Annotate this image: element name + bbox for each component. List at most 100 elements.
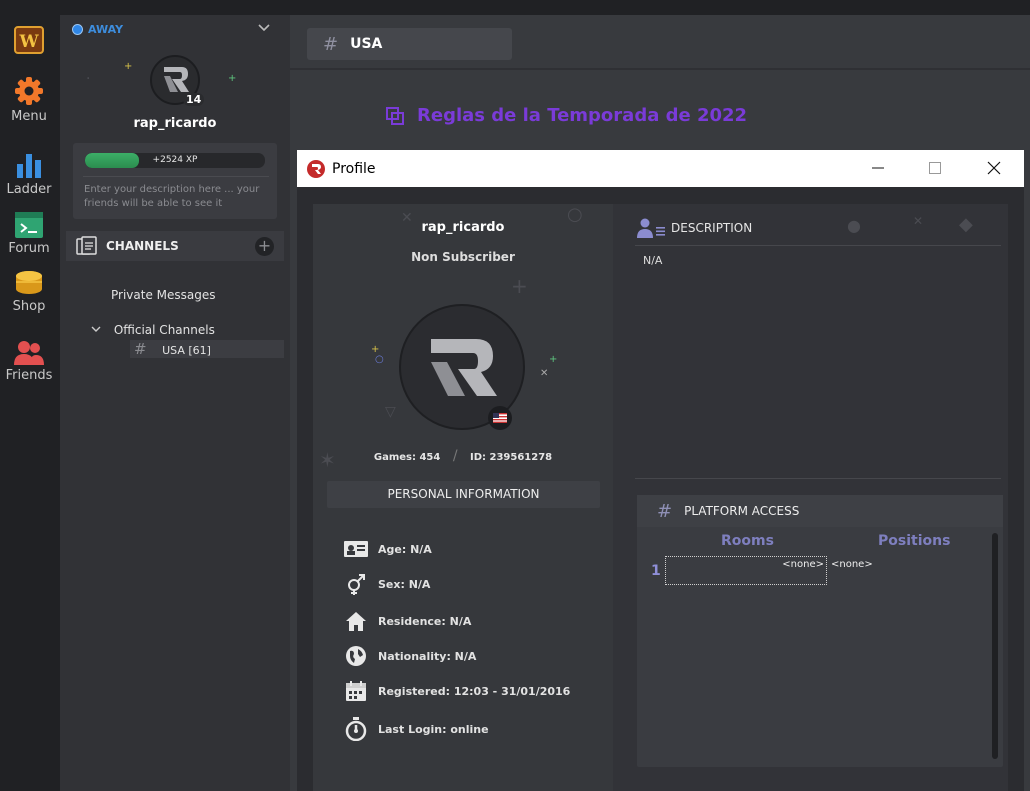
- decor-sparkle-icon: +: [124, 61, 133, 72]
- hash-icon: #: [134, 340, 147, 358]
- tab-usa-label: USA: [350, 36, 383, 52]
- description-header: DESCRIPTION: [637, 218, 752, 238]
- scrollbar[interactable]: [992, 533, 998, 759]
- calendar-icon: [343, 680, 369, 702]
- friends-icon: [14, 341, 44, 365]
- last-login-row: Last Login: online: [343, 717, 489, 741]
- id-card-icon: [343, 538, 369, 560]
- top-bar: [0, 0, 1030, 15]
- row-number: 1: [651, 563, 661, 579]
- nav-rail: W Menu Ladder Forum Shop Friends: [0, 15, 60, 791]
- rail-friends[interactable]: Friends: [0, 340, 58, 383]
- decor-x-icon: ✕: [540, 368, 549, 379]
- level-badge: 14: [183, 93, 205, 106]
- maximize-icon[interactable]: [926, 159, 944, 177]
- decor-circle-icon: ○: [567, 204, 583, 225]
- rail-forum[interactable]: Forum: [0, 211, 58, 256]
- profile-right-panel: ● ✕ ◆ DESCRIPTION N/A # PLATFORM ACCESS …: [613, 204, 1008, 791]
- rules-link[interactable]: Reglas de la Temporada de 2022: [385, 105, 747, 126]
- decor-star-icon: ✕: [401, 210, 413, 226]
- player-id: ID: 239561278: [470, 452, 553, 463]
- rail-shop[interactable]: Shop: [0, 269, 58, 314]
- rail-menu[interactable]: Menu: [0, 75, 58, 124]
- decor-cross-icon: ✕: [913, 214, 924, 228]
- rail-ladder-label: Ladder: [6, 182, 52, 197]
- rail-friends-label: Friends: [5, 368, 53, 383]
- decor-sparkle-icon: +: [549, 354, 558, 365]
- platform-access-header: # PLATFORM ACCESS: [637, 495, 1003, 527]
- divider: [635, 245, 1001, 246]
- profile-left-panel: rap_ricardo Non Subscriber ✕ ○ + + ○ + ✕…: [313, 204, 613, 791]
- position-cell[interactable]: <none>: [831, 559, 873, 570]
- game-logo-icon[interactable]: W: [0, 25, 58, 57]
- divider: [635, 478, 1001, 479]
- coins-icon: [16, 271, 42, 294]
- description-input[interactable]: Enter your description here ... your fri…: [84, 183, 274, 211]
- residence-row: Residence: N/A: [343, 610, 471, 632]
- app-logo-icon: [307, 159, 325, 178]
- copy-icon: [386, 106, 404, 125]
- nationality-row: Nationality: N/A: [343, 645, 476, 667]
- svg-text:W: W: [18, 32, 39, 52]
- official-channels-label: Official Channels: [113, 323, 215, 337]
- platform-access-panel: # PLATFORM ACCESS Rooms Positions 1 <non…: [637, 495, 1003, 767]
- decor-diamond-icon: ◆: [959, 214, 973, 235]
- age-value: Age: N/A: [378, 542, 432, 556]
- rail-shop-label: Shop: [12, 299, 46, 314]
- decor-ring-icon: ○: [375, 354, 384, 365]
- channels-header[interactable]: CHANNELS +: [66, 231, 284, 261]
- tab-usa[interactable]: # USA: [307, 28, 512, 60]
- profile-summary-box: +2524 XP Enter your description here ...…: [73, 143, 277, 219]
- sidebar-username: rap_ricardo: [133, 116, 217, 131]
- hash-icon: #: [323, 33, 339, 55]
- minimize-icon[interactable]: [869, 159, 887, 177]
- decor-circle-icon: ●: [847, 216, 861, 235]
- xp-bar: +2524 XP: [85, 153, 265, 168]
- profile-window-titlebar[interactable]: Profile: [297, 150, 1024, 187]
- profile-window: Profile rap_ricardo Non Subscriber ✕ ○ +…: [297, 150, 1024, 791]
- gender-icon: [343, 573, 369, 595]
- description-title: DESCRIPTION: [671, 221, 753, 235]
- channel-item-usa-label: USA [61]: [162, 344, 211, 357]
- decor-sparkle-icon: +: [228, 73, 237, 84]
- window-title: Profile: [332, 160, 376, 177]
- channels-title: CHANNELS: [106, 239, 179, 253]
- registered-value: Registered: 12:03 - 31/01/2016: [378, 684, 571, 698]
- official-channels-group[interactable]: Official Channels: [91, 323, 215, 337]
- close-icon[interactable]: [985, 159, 1003, 177]
- private-messages-item[interactable]: Private Messages: [111, 288, 216, 302]
- decor-star-icon: ·: [86, 71, 91, 87]
- home-icon: [343, 610, 369, 632]
- profile-stats: Games: 454 / ID: 239561278: [313, 448, 613, 464]
- header-divider: [290, 68, 1030, 70]
- rail-ladder[interactable]: Ladder: [0, 150, 58, 197]
- rail-menu-label: Menu: [11, 109, 47, 124]
- room-cell[interactable]: <none>: [665, 556, 827, 585]
- gear-icon: [15, 77, 43, 105]
- channels-icon: [76, 236, 97, 255]
- platform-access-title: PLATFORM ACCESS: [684, 504, 800, 518]
- sex-value: Sex: N/A: [378, 577, 431, 591]
- residence-value: Residence: N/A: [378, 614, 472, 628]
- column-header-rooms: Rooms: [721, 533, 774, 549]
- status-label: AWAY: [88, 23, 124, 36]
- stats-separator: /: [452, 448, 458, 464]
- games-count: Games: 454: [373, 452, 441, 463]
- sidebar: AWAY · + + 14 rap_ricardo +2524 XP Enter…: [60, 15, 290, 791]
- last-login-value: Last Login: online: [378, 722, 489, 736]
- sex-row: Sex: N/A: [343, 573, 430, 595]
- subscription-status: Non Subscriber: [411, 250, 515, 264]
- status-dot-icon: [72, 24, 83, 35]
- xp-text: +2524 XP: [152, 155, 198, 165]
- divider: [83, 176, 269, 177]
- rail-forum-label: Forum: [8, 241, 50, 256]
- channel-item-usa[interactable]: # USA [61]: [130, 340, 284, 358]
- globe-icon: [343, 645, 369, 667]
- age-row: Age: N/A: [343, 538, 432, 560]
- nationality-value: Nationality: N/A: [378, 649, 477, 663]
- status-selector[interactable]: AWAY: [72, 23, 123, 36]
- add-channel-button[interactable]: +: [255, 237, 274, 256]
- personal-info-header: PERSONAL INFORMATION: [327, 481, 600, 508]
- chevron-down-icon[interactable]: [257, 23, 271, 33]
- bar-chart-icon: [17, 154, 41, 178]
